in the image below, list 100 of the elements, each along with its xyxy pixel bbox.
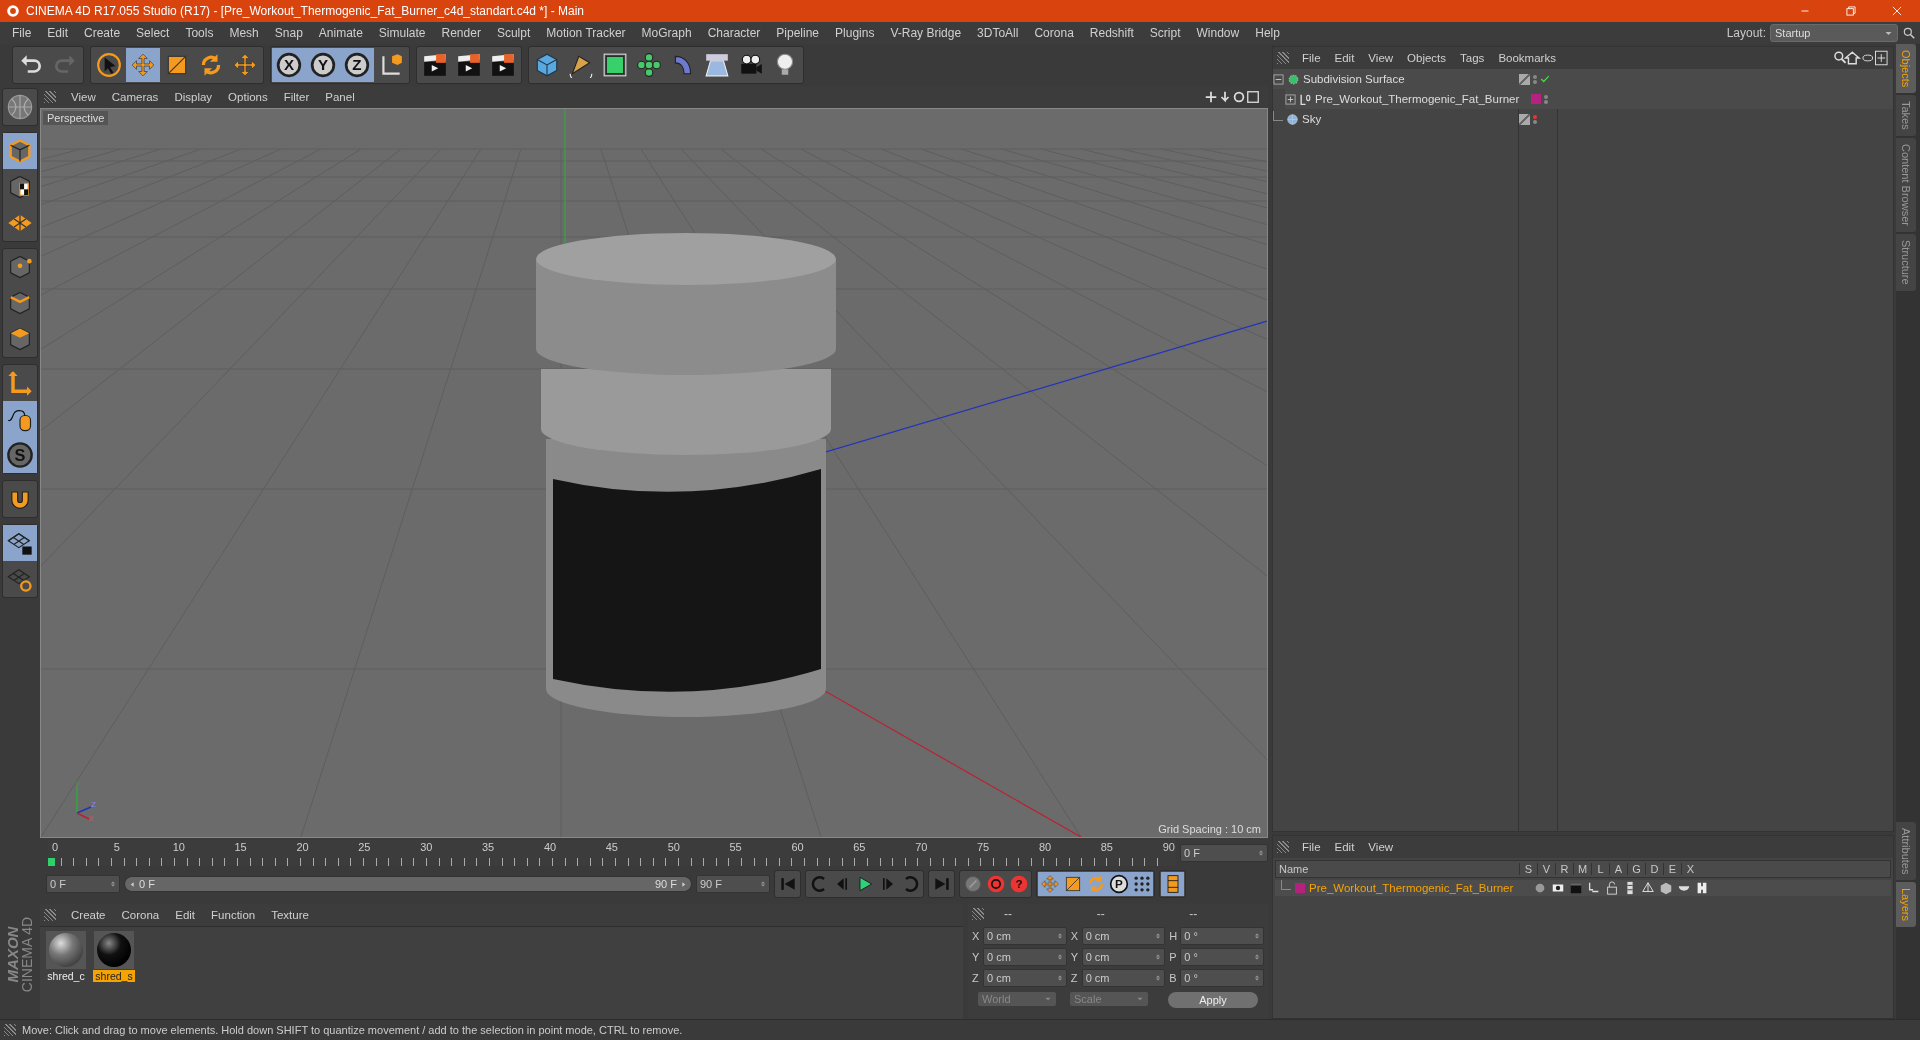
menu-item[interactable]: Render [433,26,489,40]
start-frame-field[interactable]: 0 F [46,875,120,893]
object-menu-item[interactable]: Tags [1453,52,1492,64]
panel-grip-icon[interactable] [44,91,56,103]
menu-item[interactable]: Pipeline [768,26,828,40]
menu-item[interactable]: Select [128,26,178,40]
object-menu-item[interactable]: Edit [1327,52,1362,64]
panel-grip-icon[interactable] [972,908,984,920]
menu-item[interactable]: V-Ray Bridge [882,26,970,40]
column-header[interactable]: X [1681,863,1699,875]
point-level-button[interactable] [1130,872,1153,896]
menu-item[interactable]: Window [1188,26,1248,40]
search-icon[interactable] [1902,26,1916,40]
material-menu-item[interactable]: Function [204,909,263,921]
viewport-menu-item[interactable]: Filter [276,91,317,103]
visibility-dots[interactable] [1533,74,1537,84]
menu-item[interactable]: 3DToAll [969,26,1027,40]
menu-item[interactable]: MoGraph [633,26,700,40]
object-manager-tools-icon[interactable] [1833,50,1889,66]
menu-item[interactable]: Help [1247,26,1288,40]
object-menu-item[interactable]: File [1295,52,1328,64]
menu-item[interactable]: Character [699,26,769,40]
coordinate-field[interactable]: 0 cm [983,969,1067,987]
menu-item[interactable]: Corona [1026,26,1082,40]
panel-grip-icon[interactable] [1277,52,1289,64]
column-header[interactable]: A [1609,863,1627,875]
panel-grip-icon[interactable] [4,1024,16,1036]
viewport-menu-item[interactable]: Display [167,91,220,103]
scale-tool-button[interactable] [1061,872,1084,896]
viewport-menu-item[interactable]: Options [221,91,275,103]
material-menu-item[interactable]: Create [64,909,113,921]
coordinate-field[interactable]: 0 ° [1180,927,1264,945]
coordinate-field[interactable]: 0 cm [983,948,1067,966]
side-tab[interactable]: Content Browser [1896,138,1916,232]
material-menu-item[interactable]: Texture [264,909,316,921]
column-header[interactable]: M [1573,863,1591,875]
menu-item[interactable]: Redshift [1081,26,1142,40]
material-name[interactable]: shred_c [45,970,87,982]
menu-item[interactable]: Tools [177,26,222,40]
material-menu-item[interactable]: Edit [168,909,203,921]
coordinate-field[interactable]: 0 ° [1180,969,1264,987]
viewport-menu-item[interactable]: View [64,91,103,103]
end-frame-field[interactable]: 90 F [696,875,770,893]
column-header[interactable]: R [1555,863,1573,875]
layer-menu-item[interactable]: View [1361,841,1401,853]
column-header[interactable]: E [1663,863,1681,875]
parameter-key-button[interactable]: P [1107,872,1130,896]
material-name[interactable]: shred_s [93,970,135,982]
model-mode-button[interactable] [3,133,37,169]
restore-icon[interactable] [1844,4,1858,18]
layout-dropdown[interactable]: Startup [1770,24,1898,42]
coordinate-field[interactable]: 0 cm [1081,948,1166,966]
object-menu-item[interactable]: Bookmarks [1491,52,1563,64]
menu-item[interactable]: Simulate [370,26,434,40]
panel-grip-icon[interactable] [1277,841,1289,853]
apply-button[interactable]: Apply [1168,992,1258,1008]
coordinate-field[interactable]: 0 cm [983,927,1067,945]
menu-item[interactable]: Snap [266,26,311,40]
object-name[interactable]: Subdivision Surface [1303,73,1405,85]
collapse-icon[interactable] [1273,73,1284,85]
help-button[interactable]: ? [1007,872,1030,896]
column-header[interactable]: V [1537,863,1555,875]
object-menu-item[interactable]: Objects [1400,52,1454,64]
grid-lock-button[interactable] [3,525,37,561]
viewport-menu-item[interactable]: Panel [318,91,362,103]
column-header[interactable]: G [1627,863,1645,875]
menu-item[interactable]: Motion Tracker [538,26,634,40]
side-tab[interactable]: Structure [1896,234,1916,291]
layer-menu-item[interactable]: File [1295,841,1328,853]
menu-item[interactable]: Script [1141,26,1189,40]
column-header[interactable]: L [1591,863,1609,875]
coordinate-field[interactable]: 0 ° [1180,948,1264,966]
close-icon[interactable] [1890,4,1904,18]
column-header[interactable]: S [1519,863,1537,875]
timeline-button[interactable] [1161,872,1184,896]
visibility-dots[interactable] [1544,94,1548,104]
column-header[interactable]: Name [1276,863,1519,875]
menu-item[interactable]: Create [76,26,129,40]
menu-item[interactable]: Mesh [221,26,267,40]
timeline-ruler[interactable]: 0 5 10 15 20 25 30 35 40 45 50 55 60 65 70 75 80 85 90 [48,840,1176,866]
viewport-menu-item[interactable]: Cameras [104,91,166,103]
menu-item[interactable]: Animate [310,26,371,40]
object-name[interactable]: Sky [1302,113,1322,125]
coordinate-field[interactable]: 0 cm [1081,927,1166,945]
coordinate-field[interactable]: 0 cm [1081,969,1166,987]
frame-range-slider[interactable]: 0 F 90 F [125,877,691,891]
tweak-mode-button[interactable] [3,401,37,437]
object-menu-item[interactable]: View [1361,52,1401,64]
side-tab[interactable]: Attributes [1896,821,1916,880]
expand-icon[interactable] [1285,93,1296,105]
menu-item[interactable]: File [4,26,40,40]
menu-item[interactable]: Plugins [827,26,883,40]
material-menu-item[interactable]: Corona [114,909,167,921]
current-frame-field[interactable]: 0 F [1180,844,1268,862]
menu-item[interactable]: Edit [39,26,77,40]
menu-item[interactable]: Sculpt [488,26,539,40]
panel-grip-icon[interactable] [44,909,56,921]
column-header[interactable]: D [1645,863,1663,875]
layer-menu-item[interactable]: Edit [1327,841,1362,853]
visibility-dots[interactable] [1533,114,1537,124]
